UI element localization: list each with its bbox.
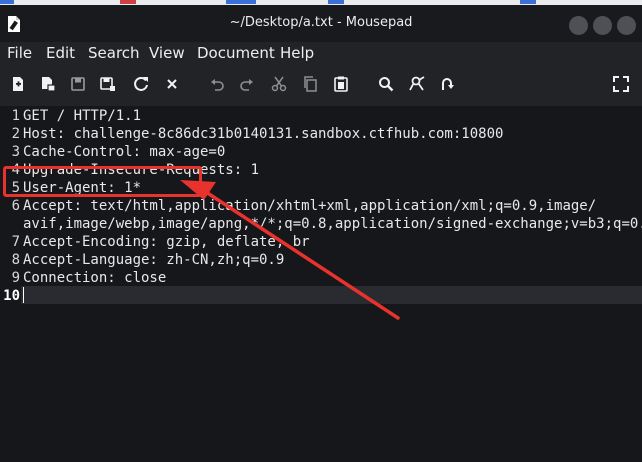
menu-document[interactable]: Document xyxy=(197,44,275,62)
current-line-highlight xyxy=(21,286,642,304)
new-document-icon[interactable] xyxy=(8,74,28,94)
redo-icon[interactable] xyxy=(237,74,257,94)
taskbar-segment xyxy=(520,0,536,4)
toolbar xyxy=(0,64,642,106)
taskbar-segment xyxy=(0,0,14,4)
title-bar: ~/Desktop/a.txt - Mousepad xyxy=(0,5,642,42)
menu-search[interactable]: Search xyxy=(88,44,140,62)
taskbar-segment xyxy=(226,0,256,4)
menu-bar: File Edit Search View Document Help xyxy=(0,42,642,64)
save-as-icon[interactable] xyxy=(98,74,118,94)
save-icon[interactable] xyxy=(68,74,88,94)
code-line[interactable]: GET / HTTP/1.1 xyxy=(23,108,141,124)
line-number: 6 xyxy=(11,198,20,214)
reload-icon[interactable] xyxy=(131,74,151,94)
line-number: 2 xyxy=(11,126,20,142)
code-line[interactable]: Host: challenge-8c86dc31b0140131.sandbox… xyxy=(23,126,503,142)
undo-icon[interactable] xyxy=(207,74,227,94)
annotation-highlight-box xyxy=(3,166,202,197)
code-line[interactable]: Cache-Control: max-age=0 xyxy=(23,144,225,160)
close-tab-icon[interactable] xyxy=(162,74,182,94)
menu-edit[interactable]: Edit xyxy=(46,44,75,62)
code-line[interactable]: Connection: close xyxy=(23,270,166,286)
line-number: 8 xyxy=(11,252,20,268)
code-line-wrapped[interactable]: avif,image/webp,image/apng,*/*;q=0.8,app… xyxy=(23,216,642,232)
minimize-button[interactable] xyxy=(569,16,588,35)
menu-help[interactable]: Help xyxy=(280,44,314,62)
text-editor[interactable]: 1 GET / HTTP/1.1 2 Host: challenge-8c86d… xyxy=(0,106,642,462)
line-number: 9 xyxy=(11,270,20,286)
close-window-button[interactable] xyxy=(617,16,636,35)
paste-icon[interactable] xyxy=(331,74,351,94)
line-number: 3 xyxy=(11,144,20,160)
menu-view[interactable]: View xyxy=(149,44,185,62)
find-replace-icon[interactable] xyxy=(407,74,427,94)
menu-file[interactable]: File xyxy=(7,44,32,62)
text-caret xyxy=(23,287,24,303)
fullscreen-icon[interactable] xyxy=(611,74,631,94)
new-window-icon[interactable] xyxy=(38,74,58,94)
line-number: 1 xyxy=(11,108,20,124)
current-line-number: 10 xyxy=(3,288,20,304)
search-icon[interactable] xyxy=(376,74,396,94)
line-number: 7 xyxy=(11,234,20,250)
go-to-line-icon[interactable] xyxy=(437,74,457,94)
cut-icon[interactable] xyxy=(269,74,289,94)
maximize-button[interactable] xyxy=(593,16,612,35)
code-line[interactable]: Accept: text/html,application/xhtml+xml,… xyxy=(23,198,596,214)
taskbar-segment xyxy=(120,0,136,4)
copy-icon[interactable] xyxy=(300,74,320,94)
code-line[interactable]: Accept-Language: zh-CN,zh;q=0.9 xyxy=(23,252,284,268)
window-title: ~/Desktop/a.txt - Mousepad xyxy=(229,15,413,30)
taskbar-segment xyxy=(328,0,344,4)
code-line[interactable]: Accept-Encoding: gzip, deflate, br xyxy=(23,234,310,250)
